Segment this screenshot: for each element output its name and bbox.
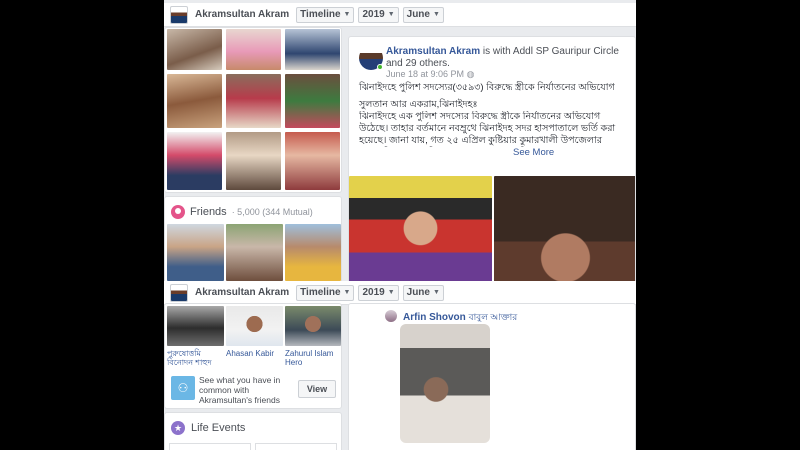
photo-thumb[interactable] bbox=[285, 29, 340, 70]
friend-name[interactable]: Ahasan Kabir bbox=[226, 349, 283, 358]
dropdown-label: 2019 bbox=[362, 9, 385, 20]
dropdown-label: June bbox=[406, 287, 430, 298]
post-card: Akramsultan Akram is with Addl SP Gaurip… bbox=[348, 36, 636, 284]
photo-thumb[interactable] bbox=[226, 74, 281, 128]
friends-panel-continued: পুরুষোত্তমি বিনোদন শাহুদ Ahasan Kabir Za… bbox=[164, 303, 342, 409]
life-events-title[interactable]: Life Events bbox=[191, 422, 245, 434]
photo-thumb[interactable] bbox=[285, 74, 340, 128]
friend-photo[interactable] bbox=[285, 306, 341, 346]
photo-thumb[interactable] bbox=[226, 29, 281, 70]
friends-count: · 5,000 (344 Mutual) bbox=[231, 207, 313, 217]
photos-panel bbox=[164, 27, 342, 193]
friend-name[interactable]: পুরুষোত্তমি বিনোদন শাহুদ bbox=[167, 349, 224, 367]
year-dropdown[interactable]: 2019 ▼ bbox=[358, 284, 399, 301]
post-author-suffix[interactable]: বাবুল আক্তার bbox=[469, 312, 518, 322]
friends-panel: Friends · 5,000 (344 Mutual) bbox=[164, 196, 342, 284]
friends-icon bbox=[171, 205, 185, 219]
chevron-down-icon: ▼ bbox=[387, 11, 395, 18]
post-photo[interactable] bbox=[400, 324, 490, 443]
see-more-link[interactable]: See More bbox=[513, 147, 554, 159]
friend-photo[interactable] bbox=[167, 306, 224, 346]
timeline-section-dropdown[interactable]: Timeline ▼ bbox=[296, 284, 355, 301]
post-photo[interactable] bbox=[349, 176, 492, 283]
photo-thumb[interactable] bbox=[167, 29, 222, 70]
chevron-down-icon: ▼ bbox=[432, 11, 440, 18]
friend-photo[interactable] bbox=[167, 224, 224, 281]
dropdown-label: 2019 bbox=[362, 287, 385, 298]
dropdown-label: Timeline bbox=[300, 9, 341, 20]
post-header: Arfin Shovon বাবুল আক্তার bbox=[403, 310, 517, 325]
timeline-section-dropdown[interactable]: Timeline ▼ bbox=[296, 6, 355, 23]
friend-photo[interactable] bbox=[226, 224, 283, 281]
post-header: Akramsultan Akram is with Addl SP Gaurip… bbox=[386, 46, 626, 70]
photo-thumb[interactable] bbox=[167, 132, 222, 190]
life-events-panel: ★ Life Events bbox=[164, 412, 342, 450]
post-body: ঝিনাইদহে পুলিশ সদস্যের(৩৫৯৩) বিরুদ্ধে স্… bbox=[359, 82, 631, 159]
photo-thumb[interactable] bbox=[226, 132, 281, 190]
friend-photo[interactable] bbox=[226, 306, 283, 346]
friend-name[interactable]: Zahurul Islam Hero bbox=[285, 349, 341, 367]
globe-icon: ◍ bbox=[466, 69, 475, 79]
post-author[interactable]: Arfin Shovon bbox=[403, 312, 466, 323]
post-time[interactable]: June 18 at 9:06 PM bbox=[386, 69, 464, 79]
timeline-bar: Akramsultan Akram Timeline ▼ 2019 ▼ June ▼ bbox=[164, 3, 636, 27]
avatar[interactable] bbox=[170, 283, 188, 302]
photo-thumb[interactable] bbox=[167, 74, 222, 128]
timeline-user-name[interactable]: Akramsultan Akram bbox=[195, 287, 289, 298]
mutual-friends-text: See what you have in common with Akramsu… bbox=[199, 375, 281, 405]
post-meta: June 18 at 9:06 PM ◍ bbox=[386, 69, 474, 80]
month-dropdown[interactable]: June ▼ bbox=[402, 284, 444, 301]
friends-header: Friends · 5,000 (344 Mutual) bbox=[171, 205, 313, 219]
chevron-down-icon: ▼ bbox=[387, 289, 395, 296]
friend-photo[interactable] bbox=[285, 224, 341, 281]
chevron-down-icon: ▼ bbox=[343, 11, 351, 18]
view-button[interactable]: View bbox=[298, 380, 336, 398]
star-icon: ★ bbox=[171, 421, 185, 435]
post-photo[interactable] bbox=[494, 176, 635, 283]
photo-thumb[interactable] bbox=[285, 132, 340, 190]
post-see-more-row: See More bbox=[359, 147, 631, 159]
post-author[interactable]: Akramsultan Akram bbox=[386, 46, 480, 57]
life-event-card[interactable] bbox=[255, 443, 337, 450]
avatar[interactable] bbox=[170, 5, 188, 24]
post-headline: ঝিনাইদহে পুলিশ সদস্যের(৩৫৯৩) বিরুদ্ধে স্… bbox=[359, 82, 615, 93]
life-events-header: ★ Life Events bbox=[171, 421, 245, 435]
post-card: Arfin Shovon বাবুল আক্তার bbox=[348, 303, 636, 450]
timeline-bar: Akramsultan Akram Timeline ▼ 2019 ▼ June ▼ bbox=[164, 281, 636, 305]
online-status-icon bbox=[377, 64, 383, 70]
dropdown-label: June bbox=[406, 9, 430, 20]
screenshot-viewport: Akramsultan Akram Timeline ▼ 2019 ▼ June ▼ … bbox=[164, 0, 636, 450]
chevron-down-icon: ▼ bbox=[343, 289, 351, 296]
post-byline: সুলতান আর একরাম,ঝিনাইদহঃ bbox=[359, 99, 478, 110]
year-dropdown[interactable]: 2019 ▼ bbox=[358, 6, 399, 23]
post-paragraph: ঝিনাইদহে এক পুলিশ সদস্যের বিরুদ্ধে স্ত্র… bbox=[359, 111, 616, 146]
month-dropdown[interactable]: June ▼ bbox=[402, 6, 444, 23]
avatar[interactable] bbox=[385, 310, 397, 322]
chevron-down-icon: ▼ bbox=[432, 289, 440, 296]
life-event-card[interactable] bbox=[169, 443, 251, 450]
dropdown-label: Timeline bbox=[300, 287, 341, 298]
friends-title[interactable]: Friends bbox=[190, 206, 227, 218]
mutual-friends-icon: ⚇ bbox=[171, 376, 195, 400]
timeline-user-name[interactable]: Akramsultan Akram bbox=[195, 9, 289, 20]
